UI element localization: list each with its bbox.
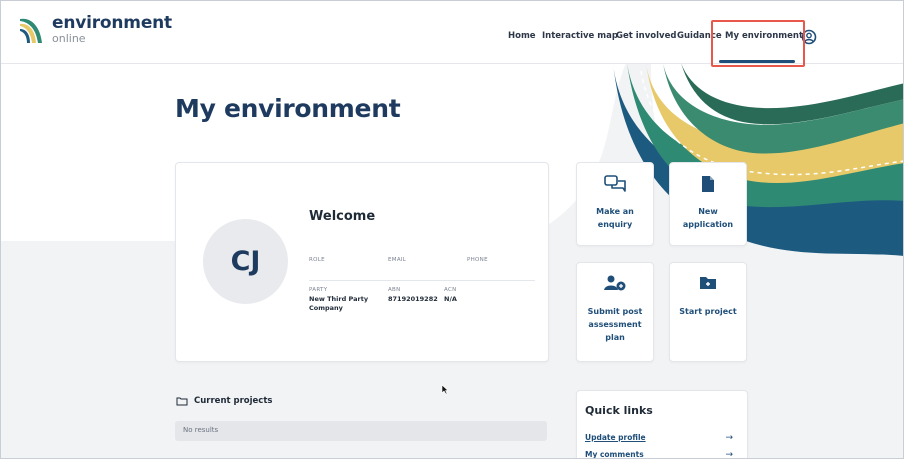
arrow-right-icon[interactable]: → xyxy=(725,433,733,443)
quick-links-card: Quick links Update profile → My comments… xyxy=(576,390,748,458)
current-projects-heading: Current projects xyxy=(176,396,272,406)
tile-label: Submit post assessment plan xyxy=(587,307,643,342)
folder-plus-icon xyxy=(670,275,746,294)
tile-label: Make an enquiry xyxy=(596,207,634,229)
nav-highlight-box xyxy=(711,20,805,67)
user-plus-icon xyxy=(577,275,653,295)
mouse-cursor-icon xyxy=(441,380,449,399)
arrow-right-icon[interactable]: → xyxy=(725,450,733,458)
abn-value: 87192019282 xyxy=(388,295,438,303)
party-label: PARTY xyxy=(309,287,328,293)
abn-label: ABN xyxy=(388,287,401,293)
chat-icon xyxy=(577,175,653,197)
profile-divider xyxy=(309,280,535,281)
tile-label: New application xyxy=(682,207,734,229)
document-icon xyxy=(670,175,746,197)
make-enquiry-tile[interactable]: Make an enquiry xyxy=(576,162,654,246)
acn-value: N/A xyxy=(444,295,457,303)
app-frame: environment online Home Interactive map … xyxy=(0,0,904,459)
avatar: CJ xyxy=(203,219,288,304)
folder-icon xyxy=(176,397,188,405)
welcome-heading: Welcome xyxy=(309,209,376,224)
no-results-banner: No results xyxy=(175,421,547,441)
my-comments-link[interactable]: My comments xyxy=(585,450,644,458)
email-label: EMAIL xyxy=(388,257,407,263)
start-project-tile[interactable]: Start project xyxy=(669,262,747,362)
update-profile-link[interactable]: Update profile xyxy=(585,433,646,442)
tile-label: Start project xyxy=(679,307,737,316)
nav-item-home[interactable]: Home xyxy=(508,31,536,41)
profile-card: CJ Welcome ROLE EMAIL PHONE PARTY New Th… xyxy=(175,162,549,362)
acn-label: ACN xyxy=(444,287,457,293)
quick-links-title: Quick links xyxy=(585,404,653,417)
submit-post-assessment-plan-tile[interactable]: Submit post assessment plan xyxy=(576,262,654,362)
current-projects-title: Current projects xyxy=(194,396,273,406)
logo-name: environment xyxy=(52,13,172,33)
nav-item-get-involved[interactable]: Get involved xyxy=(616,31,676,41)
page-title: My environment xyxy=(175,94,401,123)
nav-item-interactive-map[interactable]: Interactive map xyxy=(542,31,618,41)
role-label: ROLE xyxy=(309,257,325,263)
new-application-tile[interactable]: New application xyxy=(669,162,747,246)
phone-label: PHONE xyxy=(467,257,488,263)
no-results-text: No results xyxy=(183,426,219,434)
party-value: New Third Party Company xyxy=(309,295,369,312)
